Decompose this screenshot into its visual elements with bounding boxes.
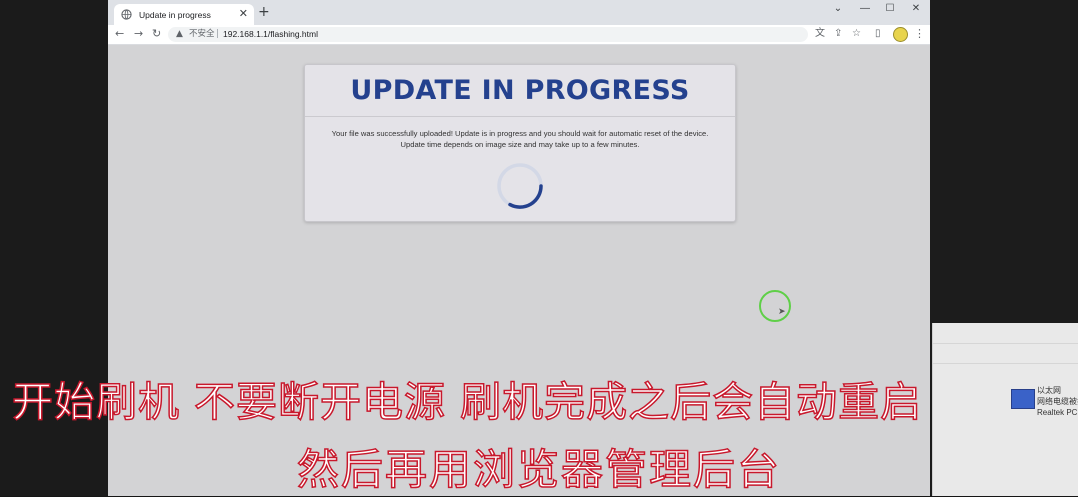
bookmark-star-icon[interactable]: ☆ bbox=[852, 28, 861, 40]
tab-close-icon[interactable]: ✕ bbox=[239, 7, 248, 21]
globe-icon bbox=[121, 9, 132, 20]
back-button[interactable]: ← bbox=[115, 27, 124, 41]
loading-spinner-icon bbox=[497, 163, 543, 209]
title-divider bbox=[305, 116, 735, 117]
tab-strip: Update in progress ✕ + ⌄ — ☐ ✕ bbox=[108, 0, 930, 25]
translate-icon[interactable]: 文 bbox=[815, 28, 825, 40]
page-content: UPDATE IN PROGRESS Your file was success… bbox=[108, 45, 930, 496]
tab-title: Update in progress bbox=[139, 10, 211, 20]
cursor-highlight-ring bbox=[759, 290, 791, 322]
profile-avatar[interactable] bbox=[893, 27, 908, 42]
security-label[interactable]: 不安全 bbox=[189, 29, 215, 40]
forward-button[interactable]: → bbox=[134, 27, 143, 41]
tab-search-chevron-icon[interactable]: ⌄ bbox=[831, 3, 845, 15]
subtitle-line2: 然后再用浏览器管理后台 bbox=[296, 444, 781, 495]
update-card: UPDATE IN PROGRESS Your file was success… bbox=[304, 64, 736, 222]
url-text[interactable]: 192.168.1.1/flashing.html bbox=[223, 29, 318, 40]
minimize-button[interactable]: — bbox=[858, 3, 872, 15]
panel-divider bbox=[933, 343, 1078, 344]
subtitle-line1: 开始刷机 不要断开电源 刷机完成之后会自动重启 bbox=[11, 377, 923, 427]
share-icon[interactable]: ⇪ bbox=[834, 28, 842, 40]
mouse-pointer-icon: ➤ bbox=[778, 307, 786, 317]
side-panel-icon[interactable]: ▯ bbox=[875, 28, 881, 40]
address-separator: | bbox=[216, 29, 220, 39]
maximize-button[interactable]: ☐ bbox=[883, 3, 897, 15]
close-window-button[interactable]: ✕ bbox=[909, 3, 923, 15]
browser-toolbar: ← → ↻ ▲ 不安全 | 192.168.1.1/flashing.html … bbox=[108, 25, 930, 45]
status-message-line1: Your file was successfully uploaded! Upd… bbox=[331, 129, 709, 138]
panel-divider bbox=[933, 363, 1078, 364]
page-title: UPDATE IN PROGRESS bbox=[350, 75, 690, 106]
warning-icon[interactable]: ▲ bbox=[176, 29, 183, 40]
menu-kebab-icon[interactable]: ⋮ bbox=[914, 27, 925, 40]
tab-update-in-progress[interactable]: Update in progress ✕ bbox=[114, 4, 254, 25]
address-bar[interactable]: ▲ 不安全 | 192.168.1.1/flashing.html bbox=[168, 27, 808, 42]
status-message-line2: Update time depends on image size and ma… bbox=[400, 140, 640, 149]
new-tab-button[interactable]: + bbox=[258, 5, 270, 19]
reload-button[interactable]: ↻ bbox=[152, 27, 161, 41]
